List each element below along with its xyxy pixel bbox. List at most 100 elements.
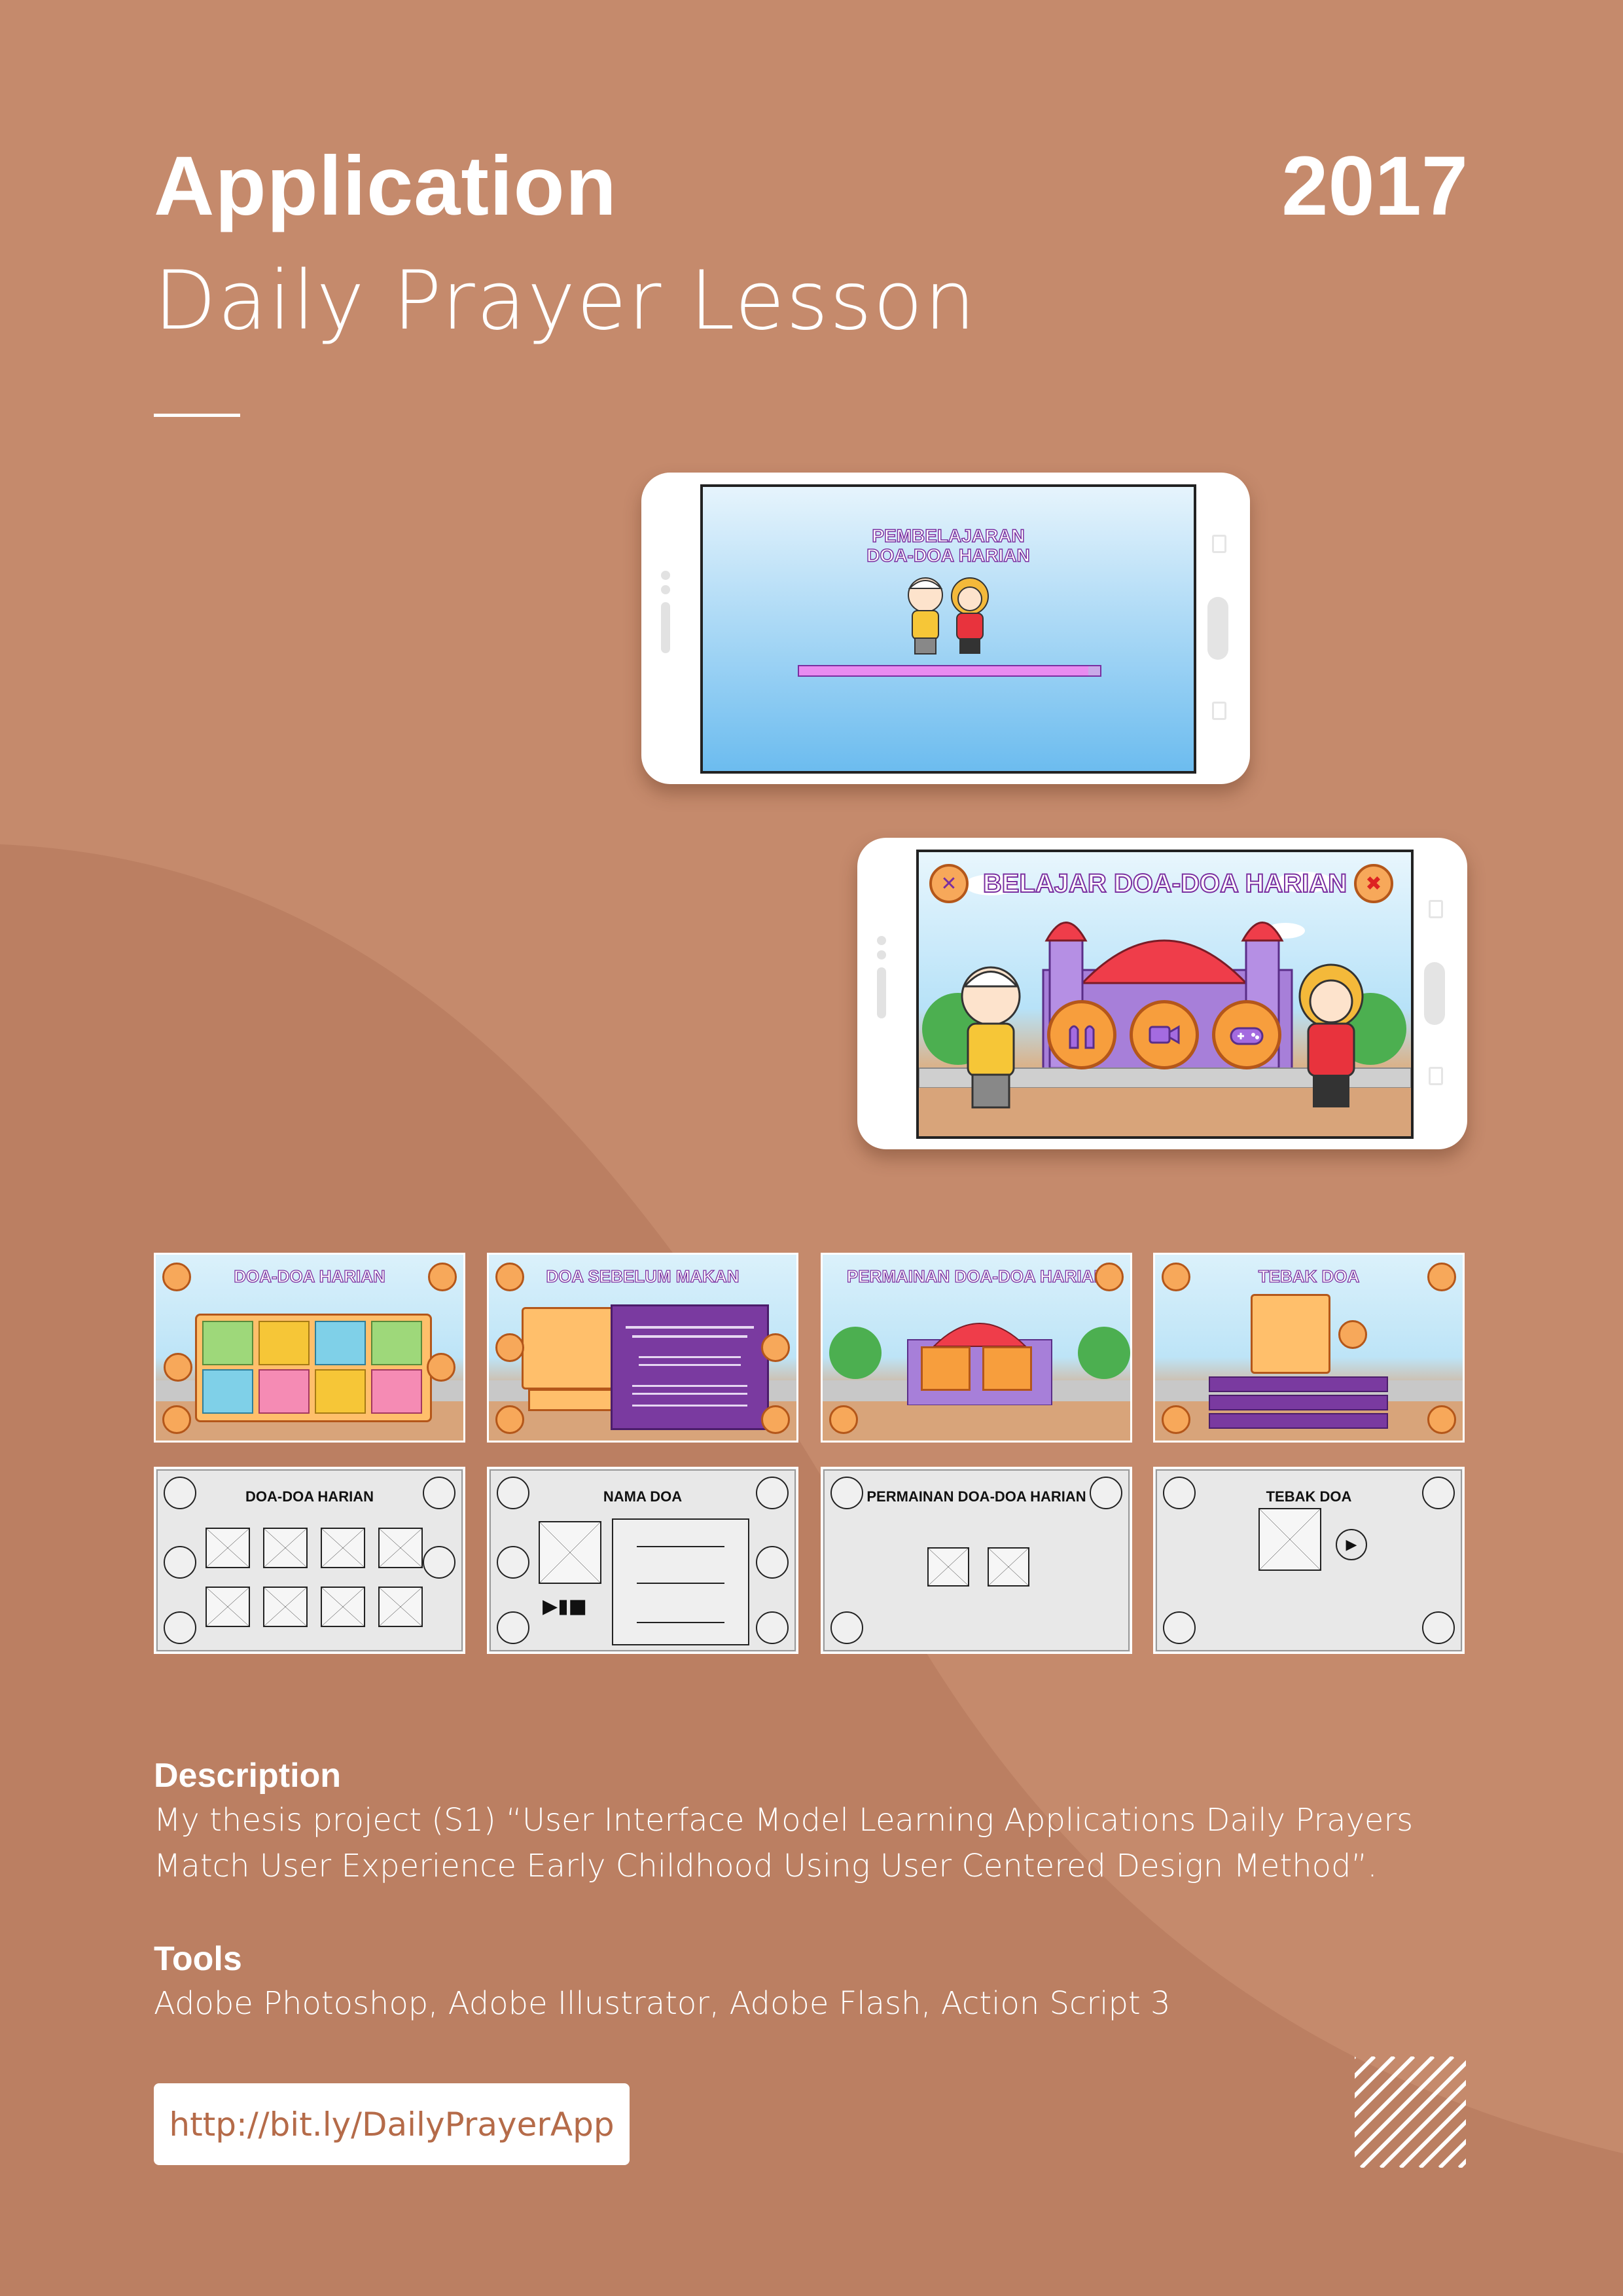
back-button[interactable] <box>162 1405 191 1434</box>
play-button[interactable] <box>1338 1320 1367 1349</box>
prayer-image-panel <box>1251 1294 1330 1374</box>
speaker-bar <box>877 967 886 1018</box>
children-praying-illustration <box>908 577 989 655</box>
settings-button-placeholder <box>1163 1477 1196 1509</box>
home-button <box>1424 962 1445 1025</box>
back-button-placeholder <box>1163 1611 1196 1644</box>
close-button[interactable] <box>1095 1263 1124 1291</box>
prev-button[interactable] <box>164 1353 192 1382</box>
exit-button-placeholder <box>423 1477 455 1509</box>
back-button-placeholder <box>497 1611 529 1644</box>
gamepad-icon <box>1230 1027 1264 1045</box>
wireframe-game-menu: PERMAINAN DOA-DOA HARIAN <box>821 1467 1132 1654</box>
home-button[interactable] <box>761 1405 790 1434</box>
home-button[interactable] <box>1427 1405 1456 1434</box>
next-button-placeholder <box>756 1546 789 1579</box>
settings-button[interactable] <box>1162 1263 1190 1291</box>
screen-thumbnail-prayer-list: DOA-DOA HARIAN <box>154 1253 465 1443</box>
prayer-card[interactable] <box>259 1321 310 1365</box>
praying-hands-icon <box>1069 1025 1095 1049</box>
speaker-bar <box>661 602 670 653</box>
speaker-dot <box>661 585 670 594</box>
text-panel-placeholder <box>612 1518 749 1645</box>
speaker-dot <box>877 936 886 945</box>
back-button-placeholder <box>164 1611 196 1644</box>
answer-option[interactable] <box>1209 1376 1388 1392</box>
guess-picture-game-button[interactable] <box>982 1346 1032 1391</box>
next-button-placeholder <box>423 1546 455 1579</box>
home-button-placeholder <box>1422 1611 1455 1644</box>
back-key-icon <box>1429 900 1443 918</box>
app-link-button[interactable]: http://bit.ly/DailyPrayerApp <box>154 2083 630 2165</box>
back-button[interactable] <box>829 1405 858 1434</box>
wireframe-title: DOA-DOA HARIAN <box>245 1488 374 1505</box>
image-placeholder <box>378 1528 423 1568</box>
back-button-placeholder <box>830 1611 863 1644</box>
image-placeholder <box>205 1528 250 1568</box>
image-placeholder <box>321 1587 365 1627</box>
image-placeholder <box>927 1547 969 1587</box>
answer-option[interactable] <box>1209 1413 1388 1429</box>
prayer-card[interactable] <box>202 1369 253 1414</box>
recent-key-icon <box>1429 1067 1443 1085</box>
exit-button-placeholder <box>756 1477 789 1509</box>
audio-controls-icon: ▶▮■ <box>543 1595 587 1618</box>
back-button[interactable] <box>1162 1405 1190 1434</box>
settings-button[interactable] <box>495 1263 524 1291</box>
screen-thumbnail-game-menu: PERMAINAN DOA-DOA HARIAN <box>821 1253 1132 1443</box>
settings-button-placeholder <box>164 1477 196 1509</box>
wireframe-title: PERMAINAN DOA-DOA HARIAN <box>866 1488 1086 1505</box>
learn-prayer-button[interactable] <box>1047 1000 1116 1069</box>
screen-title: TEBAK DOA <box>1258 1266 1360 1286</box>
next-button[interactable] <box>761 1333 790 1362</box>
answer-option[interactable] <box>1209 1395 1388 1410</box>
prayer-card[interactable] <box>315 1369 366 1414</box>
loading-progress-fill <box>799 666 1088 675</box>
close-button[interactable] <box>428 1263 457 1291</box>
guess-prayer-game-button[interactable] <box>921 1346 971 1391</box>
phone-mockup-menu: BELAJAR DOA-DOA HARIAN ✕ ✖ <box>857 838 1467 1149</box>
close-button[interactable]: ✖ <box>1354 864 1393 903</box>
prayer-card[interactable] <box>371 1321 422 1365</box>
splash-title-line2: DOA-DOA HARIAN <box>866 545 1031 566</box>
wireframe-prayer-detail: NAMA DOA ▶▮■ <box>487 1467 798 1654</box>
settings-button-placeholder <box>497 1477 529 1509</box>
prayer-card[interactable] <box>259 1369 310 1414</box>
splash-screen: PEMBELAJARAN DOA-DOA HARIAN <box>700 484 1196 774</box>
prayer-card[interactable] <box>202 1321 253 1365</box>
close-button[interactable] <box>1427 1263 1456 1291</box>
image-placeholder <box>263 1528 308 1568</box>
app-title: Application <box>154 139 617 233</box>
wireframe-title: NAMA DOA <box>603 1488 683 1505</box>
video-camera-icon <box>1149 1025 1180 1045</box>
tools-body: Adobe Photoshop, Adobe Illustrator, Adob… <box>154 1985 1171 2022</box>
title-divider <box>154 414 240 417</box>
wireframe-guess-prayer: TEBAK DOA ▶ <box>1153 1467 1465 1654</box>
game-button[interactable] <box>1212 1000 1281 1069</box>
prev-button[interactable] <box>495 1333 524 1362</box>
screen-thumbnail-prayer-detail: DOA SEBELUM MAKAN <box>487 1253 798 1443</box>
description-body: My thesis project (S1) “User Interface M… <box>154 1802 1414 1884</box>
next-button[interactable] <box>427 1353 455 1382</box>
prayer-card[interactable] <box>371 1369 422 1414</box>
prayer-card[interactable] <box>315 1321 366 1365</box>
audio-controls[interactable] <box>528 1389 617 1411</box>
image-placeholder <box>539 1521 601 1584</box>
image-placeholder <box>378 1587 423 1627</box>
menu-screen: BELAJAR DOA-DOA HARIAN ✕ ✖ <box>916 850 1414 1139</box>
image-placeholder <box>263 1587 308 1627</box>
video-button[interactable] <box>1130 1000 1199 1069</box>
recent-key-icon <box>1212 702 1226 720</box>
back-key-icon <box>1212 535 1226 553</box>
back-button[interactable] <box>495 1405 524 1434</box>
image-placeholder <box>321 1528 365 1568</box>
settings-button[interactable]: ✕ <box>929 864 969 903</box>
mosque-illustration <box>829 1323 1130 1405</box>
menu-title: BELAJAR DOA-DOA HARIAN <box>982 869 1347 899</box>
settings-button[interactable] <box>162 1263 191 1291</box>
app-subtitle: Daily Prayer Lesson <box>154 254 977 348</box>
prayer-image-panel <box>522 1307 624 1390</box>
wireframe-prayer-list: DOA-DOA HARIAN <box>154 1467 465 1654</box>
image-placeholder <box>1258 1508 1321 1571</box>
prayer-text-panel <box>611 1304 769 1430</box>
